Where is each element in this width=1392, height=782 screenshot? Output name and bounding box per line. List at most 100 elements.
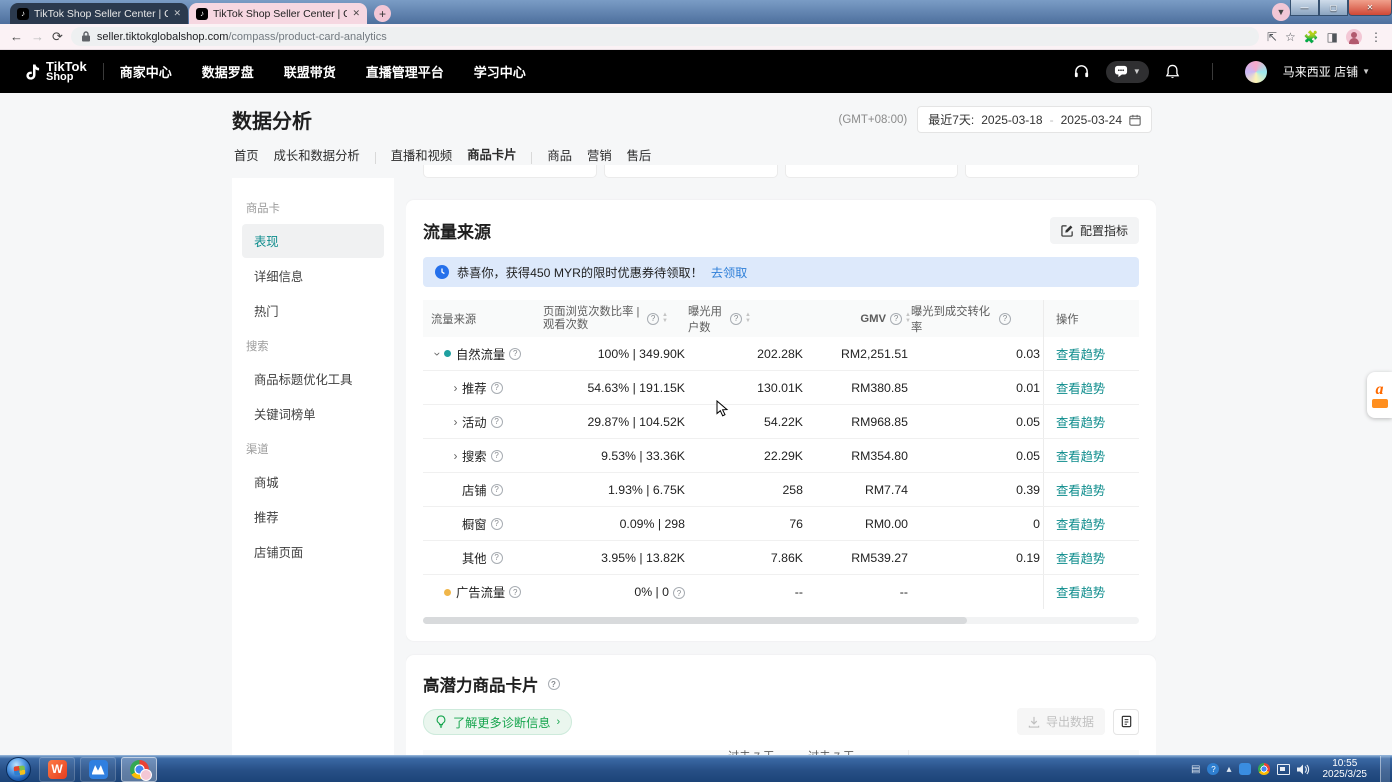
sidebar-item-推荐[interactable]: 推荐 — [242, 500, 384, 534]
info-icon[interactable] — [491, 382, 503, 394]
configure-metrics-button[interactable]: 配置指标 — [1050, 217, 1139, 244]
new-tab-button[interactable]: + — [374, 5, 391, 22]
info-icon[interactable] — [491, 552, 503, 564]
sidebar-item-店铺页面[interactable]: 店铺页面 — [242, 535, 384, 569]
window-minimize-button[interactable]: — — [1290, 0, 1319, 16]
address-bar[interactable]: seller.tiktokglobalshop.com/compass/prod… — [71, 27, 1259, 46]
tiktok-shop-logo[interactable]: TikTok Shop — [22, 61, 87, 83]
view-trend-link[interactable]: 查看趋势 — [1056, 583, 1105, 601]
tab-成长和数据分析[interactable]: 成长和数据分析 — [274, 146, 360, 170]
nav-item-seller-center[interactable]: 商家中心 — [120, 62, 172, 81]
store-avatar[interactable] — [1245, 61, 1267, 83]
window-maximize-button[interactable]: ▢ — [1319, 0, 1348, 16]
horizontal-scrollbar[interactable] — [423, 617, 1139, 624]
browser-tab-1[interactable]: ♪ TikTok Shop Seller Center | Cr... ✕ — [10, 3, 188, 24]
store-switcher[interactable]: 马来西亚 店铺 ▼ — [1283, 63, 1370, 80]
aliwangwang-widget[interactable]: a — [1367, 372, 1392, 418]
tab-close-icon[interactable]: ✕ — [173, 8, 181, 19]
expand-icon[interactable] — [449, 449, 462, 463]
info-icon[interactable] — [730, 313, 742, 325]
info-icon[interactable] — [647, 313, 659, 325]
info-icon[interactable] — [548, 678, 560, 690]
start-button[interactable] — [6, 757, 31, 782]
expand-icon[interactable] — [449, 415, 462, 429]
browser-tab-2[interactable]: ♪ TikTok Shop Seller Center | Cr... ✕ — [189, 3, 367, 24]
bell-icon[interactable] — [1165, 64, 1180, 80]
tray-help-icon[interactable]: ? — [1207, 763, 1219, 775]
view-trend-link[interactable]: 查看趋势 — [1056, 447, 1105, 465]
traffic-table-header: 流量来源 页面浏览次数比率 | 观看次数 曝光用户数 GMV 曝光到成交转化率 … — [423, 300, 1139, 337]
traffic-source-cell: 活动 — [423, 413, 573, 431]
messages-button[interactable]: ▼ — [1106, 61, 1149, 83]
sidebar-item-关键词榜单[interactable]: 关键词榜单 — [242, 397, 384, 431]
nav-item-live-management[interactable]: 直播管理平台 — [366, 62, 444, 81]
date-range-row: (GMT+08:00) 最近7天: 2025-03-18 - 2025-03-2… — [839, 106, 1153, 133]
info-icon[interactable] — [509, 348, 521, 360]
share-icon[interactable]: ⇱ — [1267, 30, 1277, 44]
cell-gmv: RM2,251.51 — [806, 347, 911, 361]
traffic-table-body: 自然流量100% | 349.90K202.28KRM2,251.510.03查… — [423, 337, 1139, 609]
tray-chrome-icon[interactable] — [1258, 763, 1270, 775]
view-trend-link[interactable]: 查看趋势 — [1056, 379, 1105, 397]
sidebar: 商品卡表现详细信息热门搜索商品标题优化工具关键词榜单渠道商城推荐店铺页面 — [232, 178, 394, 755]
cell-pageview-ratio: 0.09% | 298 — [573, 517, 688, 531]
date-range-picker[interactable]: 最近7天: 2025-03-18 - 2025-03-24 — [917, 106, 1152, 133]
sort-icon[interactable] — [662, 313, 668, 324]
volume-icon[interactable] — [1297, 764, 1310, 775]
system-tray: ▤ ? ▴ 10:55 2025/3/25 — [1191, 756, 1392, 782]
info-icon[interactable] — [491, 518, 503, 530]
info-icon[interactable] — [491, 484, 503, 496]
sidebar-item-热门[interactable]: 热门 — [242, 294, 384, 328]
refresh-icon[interactable]: ⟳ — [52, 29, 63, 45]
show-desktop-button[interactable] — [1380, 756, 1390, 782]
view-trend-link[interactable]: 查看趋势 — [1056, 481, 1105, 499]
taskbar-app-chrome[interactable] — [121, 757, 157, 782]
tray-app-icon[interactable] — [1239, 763, 1251, 775]
claim-coupon-link[interactable]: 去领取 — [711, 263, 748, 281]
nav-item-affiliate[interactable]: 联盟带货 — [284, 62, 336, 81]
expand-icon[interactable] — [431, 347, 445, 360]
info-icon[interactable] — [491, 450, 503, 462]
export-data-button[interactable]: 导出数据 — [1017, 708, 1105, 735]
tray-show-hidden-icon[interactable]: ▴ — [1226, 764, 1231, 775]
tab-close-icon[interactable]: ✕ — [352, 8, 360, 19]
view-trend-link[interactable]: 查看趋势 — [1056, 345, 1105, 363]
back-icon[interactable]: ← — [10, 29, 23, 44]
extensions-puzzle-icon[interactable]: 🧩 — [1304, 30, 1319, 44]
expand-icon[interactable] — [449, 381, 462, 395]
sort-icon[interactable] — [745, 313, 751, 324]
info-icon[interactable] — [999, 313, 1011, 325]
traffic-source-label: 搜索 — [462, 447, 487, 465]
profile-avatar[interactable] — [1346, 29, 1362, 45]
info-icon[interactable] — [509, 586, 521, 598]
sidebar-item-详细信息[interactable]: 详细信息 — [242, 259, 384, 293]
info-icon[interactable] — [491, 416, 503, 428]
taskbar-clock[interactable]: 10:55 2025/3/25 — [1323, 758, 1368, 780]
bookmark-star-icon[interactable]: ☆ — [1285, 30, 1296, 44]
sidebar-item-商品标题优化工具[interactable]: 商品标题优化工具 — [242, 362, 384, 396]
view-trend-link[interactable]: 查看趋势 — [1056, 413, 1105, 431]
sidebar-item-商城[interactable]: 商城 — [242, 465, 384, 499]
side-panel-icon[interactable]: ◨ — [1327, 30, 1338, 44]
tab-search-button[interactable]: ▼ — [1272, 3, 1290, 21]
info-icon[interactable] — [673, 587, 685, 599]
window-close-button[interactable]: ✕ — [1348, 0, 1392, 16]
tab-首页[interactable]: 首页 — [234, 146, 259, 170]
view-trend-link[interactable]: 查看趋势 — [1056, 549, 1105, 567]
scrollbar-thumb[interactable] — [423, 617, 967, 624]
nav-item-learning-center[interactable]: 学习中心 — [474, 62, 526, 81]
view-trend-link[interactable]: 查看趋势 — [1056, 515, 1105, 533]
forward-icon[interactable]: → — [31, 29, 44, 44]
sidebar-item-表现[interactable]: 表现 — [242, 224, 384, 258]
menu-dots-icon[interactable]: ⋮ — [1370, 30, 1382, 44]
network-icon[interactable] — [1277, 764, 1290, 775]
headset-icon[interactable] — [1073, 63, 1090, 80]
traffic-source-label: 推荐 — [462, 379, 487, 397]
diagnosis-link[interactable]: 了解更多诊断信息 › — [423, 709, 572, 735]
nav-item-data-compass[interactable]: 数据罗盘 — [202, 62, 254, 81]
tray-printer-icon[interactable]: ▤ — [1191, 764, 1200, 775]
list-view-button[interactable] — [1113, 709, 1139, 735]
taskbar-app-wps[interactable]: W — [39, 757, 75, 782]
info-icon[interactable] — [890, 313, 902, 325]
taskbar-app-meeting[interactable] — [80, 757, 116, 782]
